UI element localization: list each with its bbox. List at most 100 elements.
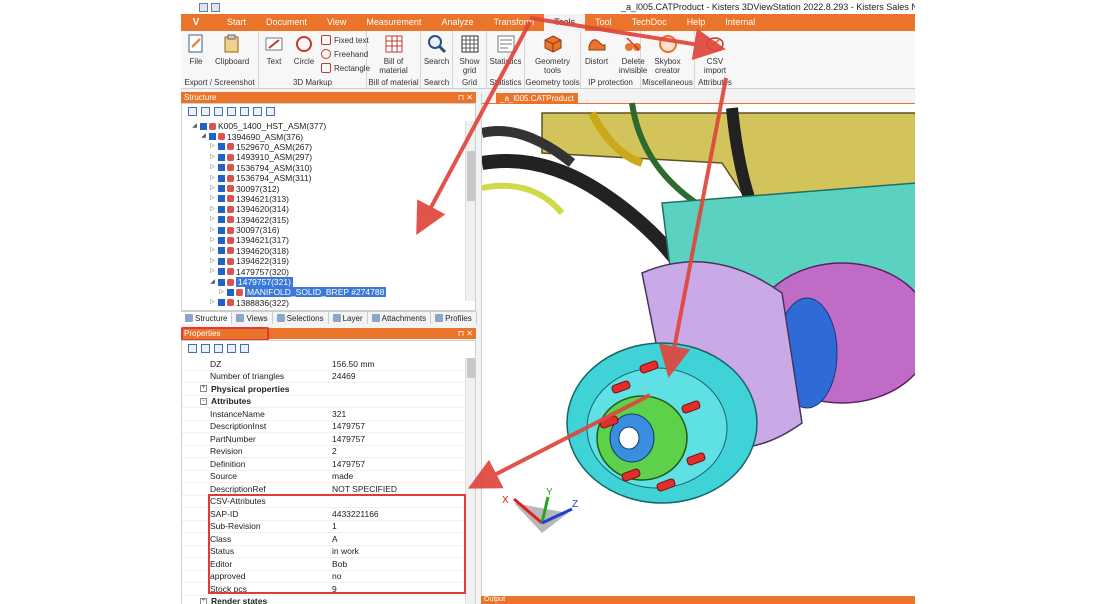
freehand-button[interactable]: Freehand <box>321 47 370 61</box>
tree-item[interactable]: ▷ 1388836(322) <box>182 298 465 308</box>
collapse-arrow-icon[interactable]: ◢ <box>209 279 216 286</box>
tree-item[interactable]: ▷ MANIFOLD_SOLID_BREP #274788 <box>182 287 465 298</box>
tree-item[interactable]: ◢ K005_1400_HST_ASM(377) <box>182 121 465 131</box>
collapse-arrow-icon[interactable]: ◢ <box>200 133 207 140</box>
expand-arrow-icon[interactable]: ▷ <box>209 247 216 254</box>
properties-scroll-thumb[interactable] <box>467 358 475 378</box>
panel-pin-close-icons[interactable]: ⊓ ✕ <box>458 328 473 339</box>
menu-tab-analyze[interactable]: Analyze <box>431 14 483 31</box>
menu-tab-tools[interactable]: Tools <box>544 14 586 31</box>
menu-tab-measurement[interactable]: Measurement <box>356 14 431 31</box>
visibility-checkbox[interactable] <box>218 185 225 193</box>
visibility-checkbox[interactable] <box>200 122 207 130</box>
visibility-checkbox[interactable] <box>218 205 225 213</box>
visibility-checkbox[interactable] <box>218 278 225 286</box>
skybox-creator-button[interactable]: Skybox creator <box>644 33 692 75</box>
expand-arrow-icon[interactable]: ▷ <box>209 237 216 244</box>
visibility-checkbox[interactable] <box>218 195 225 203</box>
panel-tab-structure[interactable]: Structure <box>181 312 233 324</box>
expand-arrow-icon[interactable]: ▷ <box>209 143 216 150</box>
collapse-arrow-icon[interactable]: ◢ <box>191 123 198 130</box>
tree-item[interactable]: ▷ 1536794_ASM(311) <box>182 173 465 183</box>
menu-tab-transform[interactable]: Transform <box>483 14 544 31</box>
tree-item[interactable]: ▷ 1394622(315) <box>182 215 465 225</box>
visibility-checkbox[interactable] <box>218 143 225 151</box>
expand-all-icon[interactable] <box>188 106 197 116</box>
expand-arrow-icon[interactable]: ▷ <box>209 195 216 202</box>
distort-button[interactable]: Distort <box>581 33 612 66</box>
property-row[interactable]: Definition 1479757 <box>182 458 467 471</box>
expand-arrow-icon[interactable]: ▷ <box>209 175 216 182</box>
output-panel-header[interactable]: Output <box>481 596 915 604</box>
visibility-checkbox[interactable] <box>218 216 225 224</box>
tree-item[interactable]: ◢ 1479757(321) <box>182 277 465 288</box>
app-menu-button[interactable]: V <box>181 14 211 31</box>
save-icon[interactable] <box>199 2 208 12</box>
menu-tab-tool[interactable]: Tool <box>585 14 622 31</box>
property-row[interactable]: Source made <box>182 471 467 483</box>
expand-arrow-icon[interactable]: ▷ <box>209 299 216 306</box>
expand-arrow-icon[interactable]: ▷ <box>209 268 216 275</box>
collapse-icon[interactable] <box>227 106 236 116</box>
property-row[interactable]: Number of triangles 24469 <box>182 371 467 383</box>
tree-item[interactable]: ▷ 1394622(319) <box>182 256 465 266</box>
list-view-icon[interactable] <box>253 106 262 116</box>
expand-arrow-icon[interactable]: ▷ <box>218 289 225 296</box>
bill-of-material-button[interactable]: Bill of material <box>367 33 421 75</box>
filter-icon[interactable] <box>240 343 249 353</box>
csv-import-button[interactable]: CSV import <box>696 33 734 75</box>
tree-item[interactable]: ▷ 30097(312) <box>182 183 465 194</box>
collapse-all-icon[interactable] <box>201 343 210 353</box>
panel-tab-selections[interactable]: Selections <box>273 312 329 324</box>
tree-view-icon[interactable] <box>240 106 249 116</box>
statistics-button[interactable]: Statistics <box>486 33 526 66</box>
text-markup-button[interactable]: Text <box>259 33 289 66</box>
panel-tab-layer[interactable]: Layer <box>329 312 368 324</box>
menu-tab-techdoc[interactable]: TechDoc <box>622 14 677 31</box>
fixed-text-button[interactable]: Fixed text <box>321 33 370 47</box>
visibility-checkbox[interactable] <box>218 226 225 234</box>
visibility-checkbox[interactable] <box>218 174 225 182</box>
expand-arrow-icon[interactable]: ▷ <box>209 185 216 192</box>
properties-scrollbar[interactable] <box>465 358 475 604</box>
expand-arrow-icon[interactable]: ▷ <box>209 216 216 223</box>
panel-pin-close-icons[interactable]: ⊓ ✕ <box>458 92 473 103</box>
clipboard-button[interactable]: Clipboard <box>211 33 253 66</box>
filter-icon[interactable] <box>266 106 275 116</box>
collapse-icon[interactable]: − <box>200 397 207 405</box>
structure-scrollbar[interactable] <box>465 121 475 301</box>
visibility-checkbox[interactable] <box>209 133 216 141</box>
file-button[interactable]: File <box>181 33 211 66</box>
menu-tab-view[interactable]: View <box>317 14 356 31</box>
expand-icon[interactable] <box>214 106 223 116</box>
visibility-checkbox[interactable] <box>227 288 234 296</box>
property-row[interactable]: InstanceName 321 <box>182 408 467 421</box>
menu-tab-start[interactable]: Start <box>217 14 256 31</box>
tree-item[interactable]: ▷ 30097(316) <box>182 225 465 235</box>
property-row[interactable]: PartNumber 1479757 <box>182 433 467 446</box>
visibility-checkbox[interactable] <box>218 299 225 307</box>
geometry-tools-button[interactable]: Geometry tools <box>527 33 579 75</box>
expand-arrow-icon[interactable]: ▷ <box>209 227 216 234</box>
save-as-icon[interactable] <box>211 2 220 12</box>
tree-item[interactable]: ▷ 1394621(317) <box>182 235 465 245</box>
expand-arrow-icon[interactable]: ▷ <box>209 258 216 265</box>
visibility-checkbox[interactable] <box>218 153 225 161</box>
3d-viewport[interactable]: _a_l005.CATProduct X Y Z <box>481 93 915 597</box>
property-row[interactable]: DescriptionInst 1479757 <box>182 421 467 433</box>
copy-icon[interactable] <box>214 343 223 353</box>
visibility-checkbox[interactable] <box>218 247 225 255</box>
circle-markup-button[interactable]: Circle <box>289 33 319 66</box>
menu-tab-internal[interactable]: Internal <box>715 14 765 31</box>
tree-item[interactable]: ◢ 1394690_ASM(376) <box>182 131 465 142</box>
show-grid-button[interactable]: Show grid <box>454 33 486 75</box>
collapse-all-icon[interactable] <box>201 106 210 116</box>
tree-item[interactable]: ▷ 1493910_ASM(297) <box>182 152 465 162</box>
property-row[interactable]: Revision 2 <box>182 446 467 458</box>
panel-tab-views[interactable]: Views <box>232 312 273 324</box>
panel-tab-profiles[interactable]: Profiles <box>431 312 477 324</box>
expand-arrow-icon[interactable]: ▷ <box>209 206 216 213</box>
property-category[interactable]: − Attributes <box>182 396 467 408</box>
property-category[interactable]: + Render states <box>182 596 467 604</box>
search-button[interactable]: Search <box>420 33 453 66</box>
